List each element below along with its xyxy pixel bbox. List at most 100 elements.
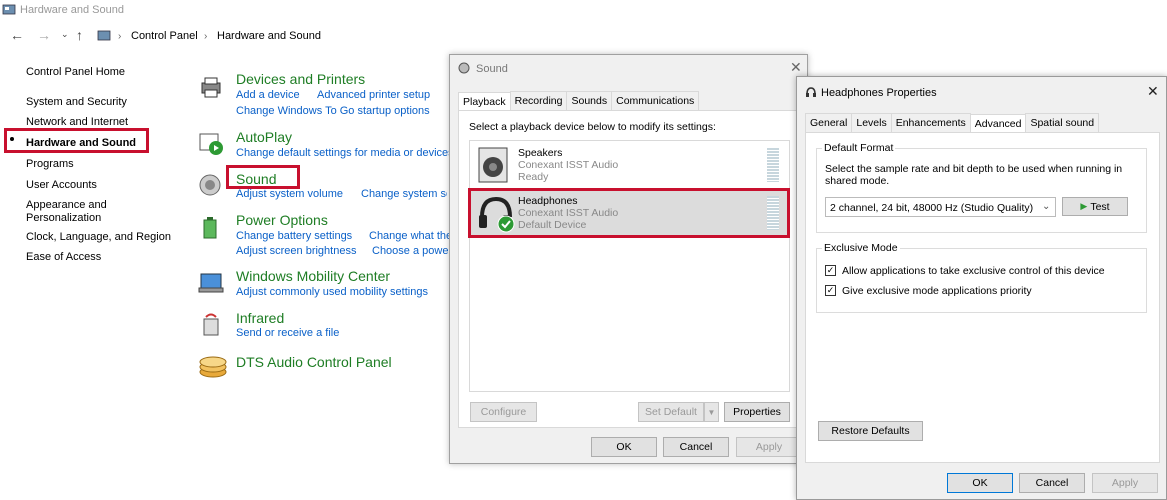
choose-power-plan-link[interactable]: Choose a power plan <box>372 245 449 257</box>
sidebar-item-ease-of-access[interactable]: Ease of Access <box>26 251 101 263</box>
sidebar-item-user-accounts[interactable]: User Accounts <box>26 179 97 191</box>
play-icon: ▶ <box>1080 201 1088 211</box>
format-select-value: 2 channel, 24 bit, 48000 Hz (Studio Qual… <box>830 202 1034 214</box>
speaker-icon <box>199 174 221 196</box>
properties-button[interactable]: Properties <box>724 402 790 422</box>
headphones-properties-dialog: Headphones Properties ✕ General Levels E… <box>796 76 1167 500</box>
autoplay-icon <box>199 133 223 155</box>
change-windows-to-go-link[interactable]: Change Windows To Go startup options <box>236 105 430 117</box>
tab-general[interactable]: General <box>805 113 853 132</box>
sidebar-control-panel-home[interactable]: Control Panel Home <box>26 66 125 78</box>
tab-spatial-sound[interactable]: Spatial sound <box>1025 113 1100 132</box>
control-panel-small-icon <box>97 30 111 41</box>
configure-button[interactable]: Configure <box>470 402 537 422</box>
dts-audio-icon <box>199 356 227 378</box>
mobility-center-icon <box>198 273 224 293</box>
tab-levels[interactable]: Levels <box>851 113 892 132</box>
format-select[interactable]: 2 channel, 24 bit, 48000 Hz (Studio Qual… <box>825 197 1056 217</box>
tab-advanced[interactable]: Advanced <box>969 114 1027 133</box>
tab-playback[interactable]: Playback <box>458 92 511 111</box>
add-device-link[interactable]: Add a device <box>236 89 300 101</box>
device-driver: Conexant ISST Audio <box>518 159 619 171</box>
breadcrumb-control-panel[interactable]: Control Panel <box>131 30 198 42</box>
sound-dialog: Sound ✕ Playback Recording Sounds Commun… <box>449 54 808 464</box>
playback-panel: Select a playback device below to modify… <box>458 110 801 428</box>
change-default-media-settings-link[interactable]: Change default settings for media or dev… <box>236 147 454 159</box>
mobility-center-title[interactable]: Windows Mobility Center <box>236 268 390 284</box>
test-label: Test <box>1090 200 1110 213</box>
sidebar-item-programs[interactable]: Programs <box>26 158 74 170</box>
adjust-system-volume-link[interactable]: Adjust system volume <box>236 188 343 200</box>
forward-arrow-icon[interactable]: → <box>37 27 51 43</box>
power-options-title[interactable]: Power Options <box>236 212 328 228</box>
devices-printers-title[interactable]: Devices and Printers <box>236 71 365 87</box>
device-status: Ready <box>518 171 549 183</box>
default-format-description: Select the sample rate and bit depth to … <box>825 163 1123 187</box>
set-default-button[interactable]: Set Default <box>638 402 704 422</box>
adjust-mobility-settings-link[interactable]: Adjust commonly used mobility settings <box>236 286 428 298</box>
advanced-panel: Default Format Select the sample rate an… <box>805 132 1160 463</box>
window-titlebar <box>0 0 1167 22</box>
autoplay-title[interactable]: AutoPlay <box>236 129 292 145</box>
ok-button[interactable]: OK <box>591 437 657 457</box>
speaker-device-icon <box>478 147 508 183</box>
device-row-speakers[interactable]: Speakers Conexant ISST Audio Ready <box>470 141 789 189</box>
tab-communications[interactable]: Communications <box>611 91 700 110</box>
exclusive-mode-group <box>816 248 1147 313</box>
headphones-highlight-box <box>468 188 790 238</box>
headphones-title-icon <box>806 87 816 97</box>
apply-button[interactable]: Apply <box>1092 473 1158 493</box>
close-icon[interactable]: ✕ <box>1147 83 1159 100</box>
sidebar-item-network[interactable]: Network and Internet <box>26 116 128 128</box>
close-icon[interactable]: ✕ <box>790 59 802 76</box>
sidebar-item-system-security[interactable]: System and Security <box>26 96 127 108</box>
send-receive-file-link[interactable]: Send or receive a file <box>236 327 339 339</box>
cancel-button[interactable]: Cancel <box>663 437 729 457</box>
battery-icon <box>203 217 217 239</box>
set-default-dropdown-icon[interactable]: ▼ <box>704 402 719 422</box>
sidebar-item-appearance[interactable]: Appearance and Personalization <box>26 199 116 225</box>
device-list[interactable]: Speakers Conexant ISST Audio Ready Headp… <box>469 140 790 392</box>
sidebar-item-clock-language[interactable]: Clock, Language, and Region <box>26 231 171 243</box>
ok-button[interactable]: OK <box>947 473 1013 493</box>
hardware-sound-highlight-box <box>4 128 149 153</box>
sound-dialog-icon <box>458 62 470 74</box>
tab-recording[interactable]: Recording <box>509 91 568 110</box>
back-arrow-icon[interactable]: ← <box>10 27 24 43</box>
restore-defaults-button[interactable]: Restore Defaults <box>818 421 923 441</box>
hp-dialog-title: Headphones Properties <box>821 87 937 99</box>
change-power-buttons-link[interactable]: Change what the power buttons do <box>369 230 449 242</box>
sound-highlight-box <box>226 165 300 189</box>
playback-instruction: Select a playback device below to modify… <box>469 121 716 133</box>
exclusive-priority-checkbox[interactable]: ✓ <box>825 285 836 296</box>
up-arrow-icon[interactable]: ↑ <box>76 27 83 43</box>
control-panel-icon <box>2 4 16 15</box>
tab-sounds[interactable]: Sounds <box>566 91 613 110</box>
sound-dialog-title: Sound <box>476 63 508 75</box>
apply-button[interactable]: Apply <box>736 437 802 457</box>
test-button[interactable]: ▶ Test <box>1062 197 1128 216</box>
exclusive-mode-label: Exclusive Mode <box>822 242 900 254</box>
adjust-screen-brightness-link[interactable]: Adjust screen brightness <box>236 245 356 257</box>
cancel-button[interactable]: Cancel <box>1019 473 1085 493</box>
tab-enhancements[interactable]: Enhancements <box>890 113 971 132</box>
infrared-icon <box>203 313 219 336</box>
allow-exclusive-checkbox[interactable]: ✓ <box>825 265 836 276</box>
change-battery-settings-link[interactable]: Change battery settings <box>236 230 352 242</box>
allow-exclusive-label[interactable]: Allow applications to take exclusive con… <box>842 265 1105 277</box>
advanced-printer-setup-link[interactable]: Advanced printer setup <box>317 89 430 101</box>
current-page-bullet <box>10 137 14 141</box>
printer-icon <box>201 77 221 98</box>
breadcrumb-hardware-and-sound[interactable]: Hardware and Sound <box>217 30 321 42</box>
infrared-title[interactable]: Infrared <box>236 310 284 326</box>
default-format-label: Default Format <box>822 142 896 154</box>
dts-audio-title[interactable]: DTS Audio Control Panel <box>236 354 392 370</box>
hp-tabs: General Levels Enhancements Advanced Spa… <box>805 113 1160 133</box>
window-title: Hardware and Sound <box>20 4 124 16</box>
change-system-sounds-link[interactable]: Change system sounds <box>361 188 447 200</box>
level-meter <box>767 148 779 182</box>
recent-locations-chevron-icon[interactable]: ⌄ <box>61 29 69 40</box>
exclusive-priority-label[interactable]: Give exclusive mode applications priorit… <box>842 285 1032 297</box>
default-format-group <box>816 148 1147 233</box>
breadcrumb-separator-icon: › <box>118 31 122 42</box>
